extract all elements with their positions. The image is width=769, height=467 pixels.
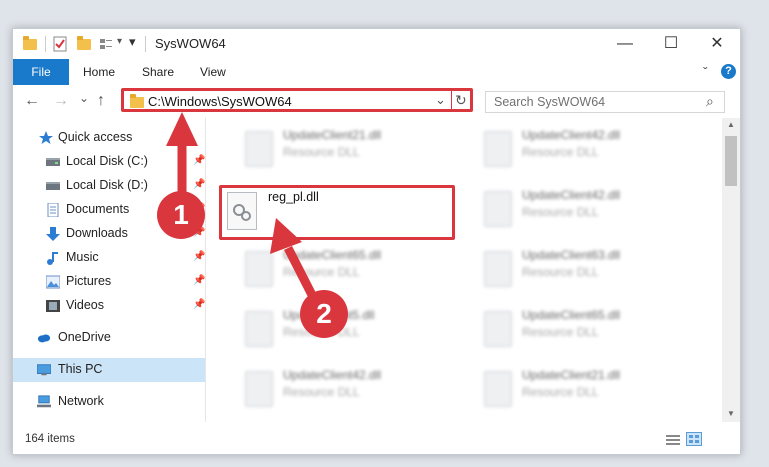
- arrow-to-highlighted-file: [270, 218, 317, 298]
- annotation-arrows: [166, 112, 317, 298]
- arrow-to-address-bar: [166, 112, 198, 195]
- callout-1: 1: [157, 191, 205, 239]
- callout-2: 2: [300, 290, 348, 338]
